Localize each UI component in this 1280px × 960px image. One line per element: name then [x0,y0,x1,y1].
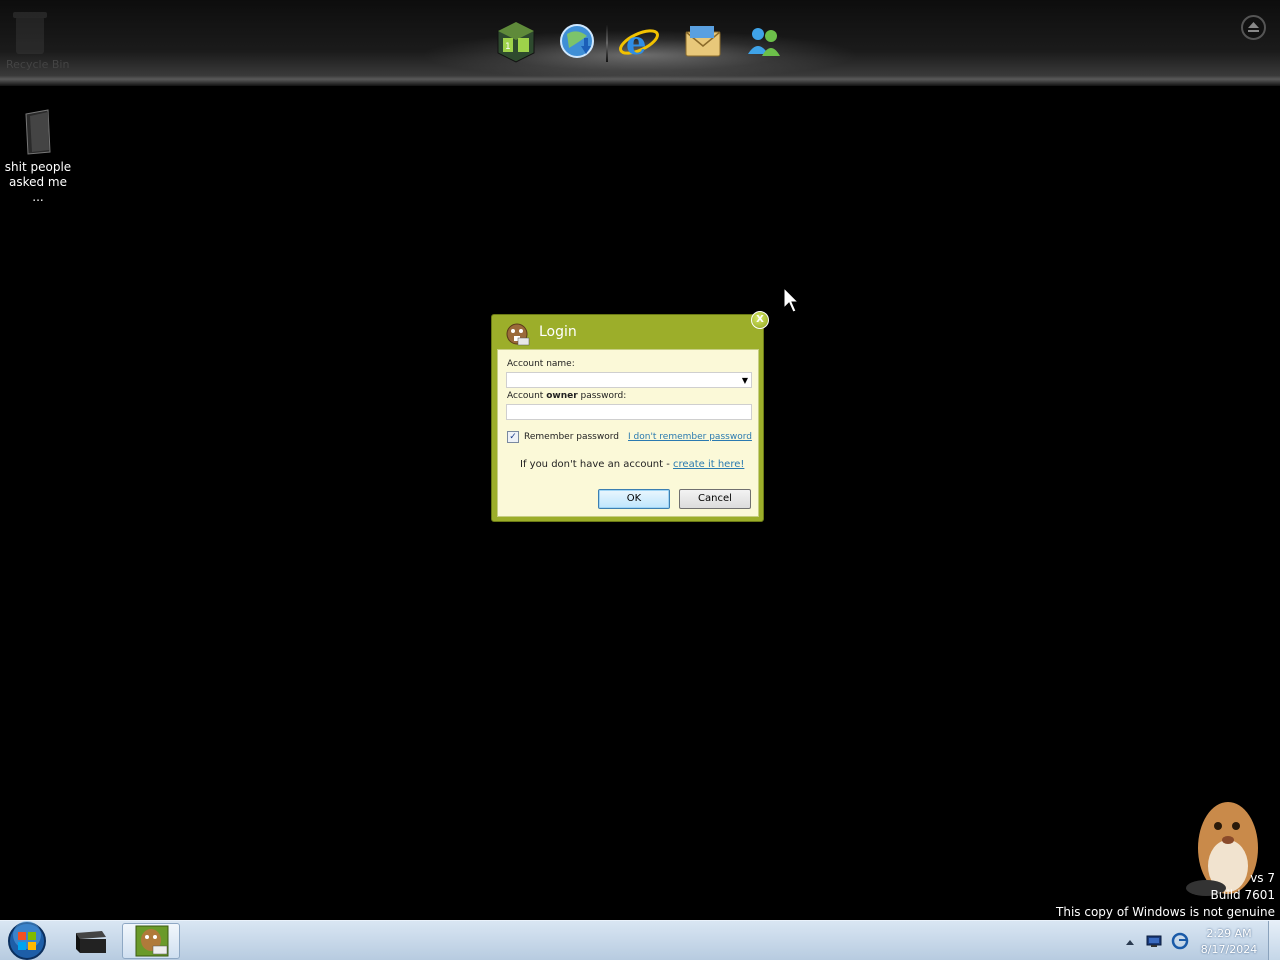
remember-password-label: Remember password [524,432,619,442]
beaver-app-icon [504,320,530,346]
password-field[interactable] [506,404,752,420]
internet-explorer-icon[interactable]: e [617,20,661,64]
close-button[interactable]: X [751,311,769,329]
taskbar: 2:29 AM 8/17/2024 [0,920,1280,960]
remember-password-checkbox[interactable]: ✓ [507,431,519,443]
browser-download-icon[interactable] [555,20,599,64]
cancel-button[interactable]: Cancel [679,489,751,509]
windows-logo-icon [8,921,46,960]
tray-show-hidden-icon[interactable] [1124,934,1136,960]
black-box-icon [76,931,106,953]
beaver-app-icon [135,925,169,957]
dialog-title: Login [539,324,577,340]
network-icon[interactable] [1146,933,1162,960]
media-center-icon[interactable]: 1 [494,20,538,64]
account-name-label: Account name: [507,359,575,369]
watermark-line-3: This copy of Windows is not genuine [1056,905,1275,919]
internet-explorer-tray-icon[interactable] [1171,932,1189,960]
taskbar-item-explorer[interactable] [62,923,120,959]
dock-menu-button[interactable] [1241,15,1266,40]
mouse-cursor-icon [783,286,800,317]
top-dock: Recycle Bin 1 e [0,0,1280,86]
create-account-link[interactable]: create it here! [673,459,744,470]
folder-icon [25,109,51,155]
clock-time: 2:29 AM [1206,927,1252,940]
recycle-bin-label: Recycle Bin [6,58,70,71]
show-desktop-button[interactable] [1268,921,1280,960]
account-name-combobox[interactable]: ▼ [506,372,752,388]
password-label: Account owner password: [507,391,627,401]
watermark-line-2: Build 7601 [1210,888,1275,902]
desktop-folder-item[interactable]: shit people asked me ... [4,108,72,205]
messenger-icon[interactable] [742,20,786,64]
dock-separator [606,24,608,62]
system-clock[interactable]: 2:29 AM 8/17/2024 [1196,926,1262,958]
start-button[interactable] [7,921,47,960]
taskbar-item-beaver-app[interactable] [122,923,180,959]
windows-watermark: vs 7 Build 7601 This copy of Windows is … [1056,870,1275,921]
watermark-line-1: vs 7 [1250,871,1275,885]
ok-button[interactable]: OK [598,489,670,509]
dialog-body: Account name: ▼ Account owner password: … [497,349,759,517]
desktop-folder-label: shit people asked me ... [4,160,72,204]
svg-text:1: 1 [505,42,511,52]
clock-date: 8/17/2024 [1200,943,1258,956]
forgot-password-link[interactable]: I don't remember password [628,432,752,442]
mail-icon[interactable] [681,20,725,64]
no-account-text: If you don't have an account - create it… [520,459,745,470]
chevron-down-icon[interactable]: ▼ [742,376,748,385]
svg-text:e: e [626,24,646,62]
login-dialog: Login X Account name: ▼ Account owner pa… [491,311,769,522]
